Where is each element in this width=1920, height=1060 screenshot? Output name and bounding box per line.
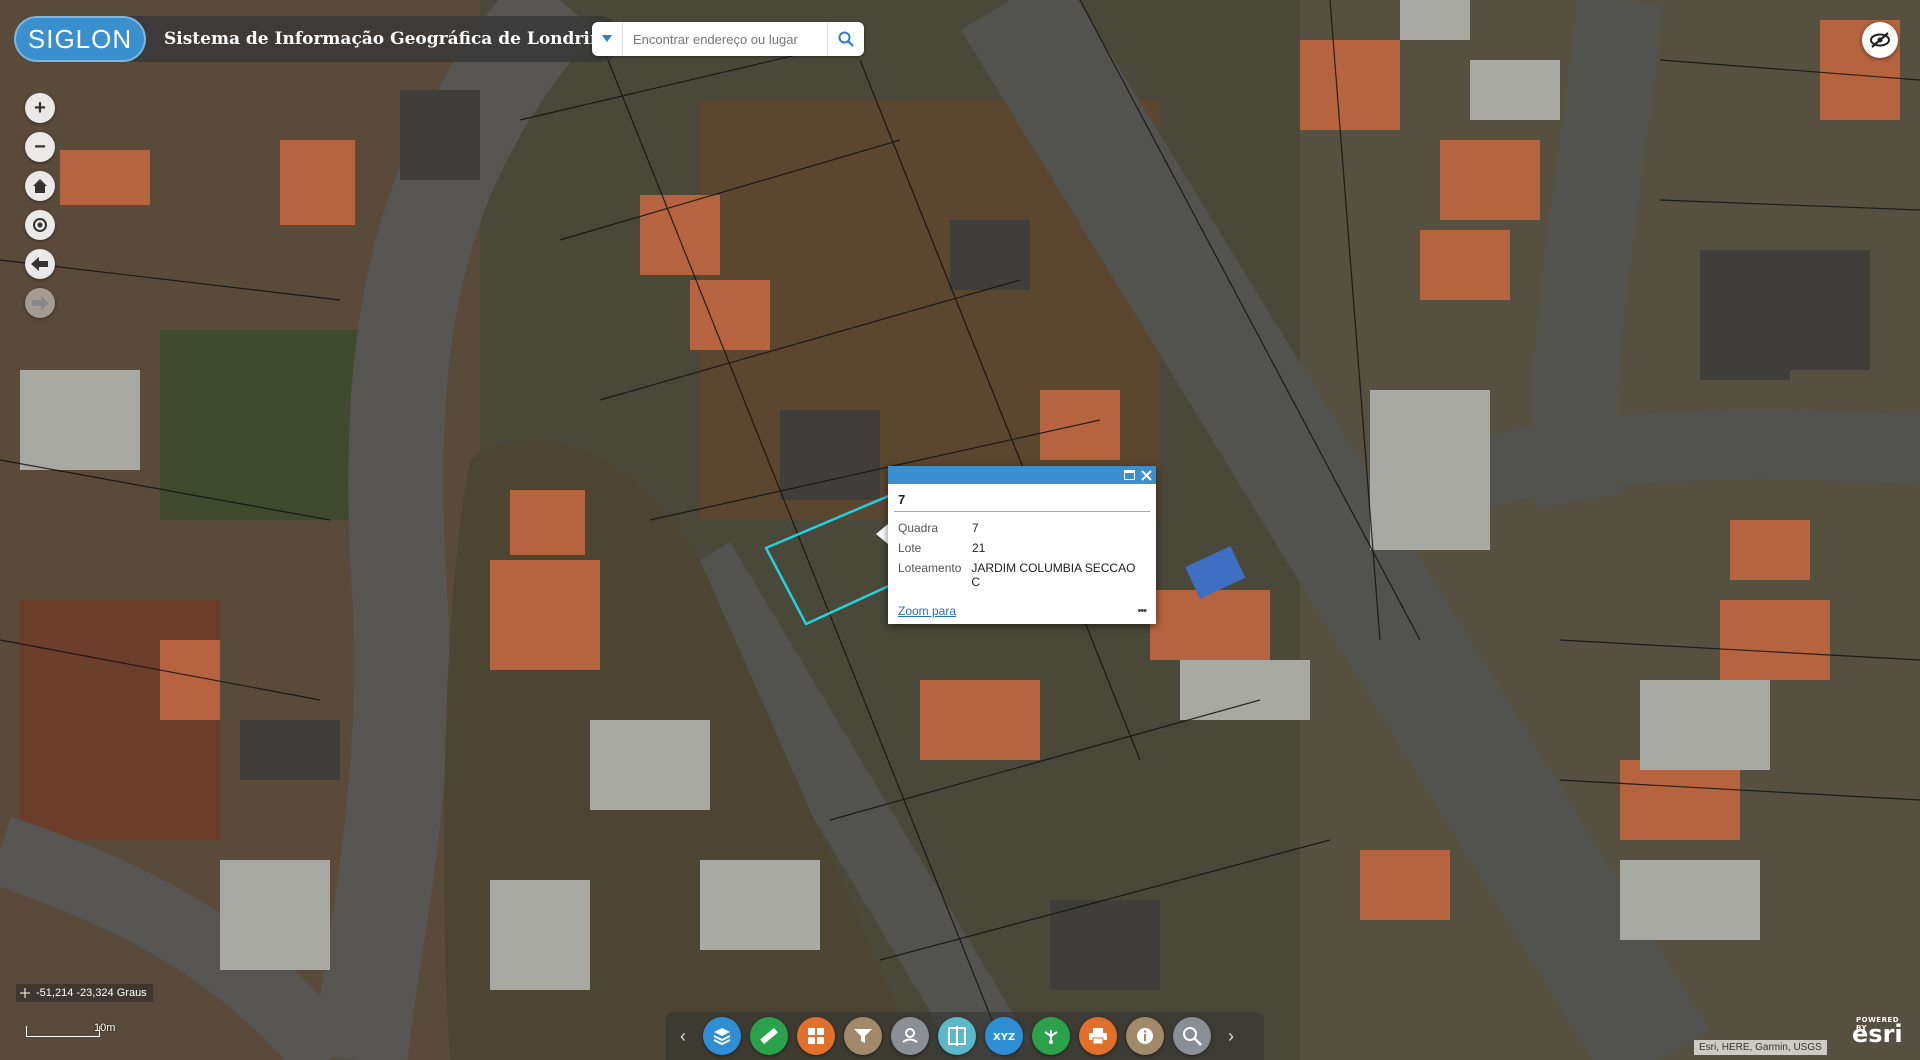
back-icon — [31, 257, 48, 271]
bottom-toolbar: ‹ XYZ › — [666, 1012, 1264, 1060]
layers-icon — [713, 1028, 731, 1046]
caret-down-icon — [602, 35, 612, 42]
feature-popup: 7 Quadra 7 Lote 21 Loteamento JARDIM COL… — [888, 466, 1156, 624]
directions-icon — [902, 1028, 918, 1043]
toolbar-scroll-left[interactable]: ‹ — [672, 1018, 694, 1054]
field-value: 21 — [972, 541, 986, 555]
toolbar-scroll-right[interactable]: › — [1220, 1018, 1242, 1054]
xyz-coordinate-button[interactable]: XYZ — [985, 1017, 1023, 1055]
identify-button[interactable] — [1126, 1017, 1164, 1055]
previous-extent-button[interactable] — [25, 249, 55, 279]
search-icon — [838, 31, 854, 47]
esri-logo: POWERED BY esri — [1852, 1016, 1903, 1048]
xyz-coordinate-icon: XYZ — [993, 1032, 1015, 1043]
field-value: JARDIM COLUMBIA SECCAO C — [971, 561, 1136, 589]
scale-bar — [26, 1026, 100, 1037]
more-actions-button[interactable]: ••• — [1137, 605, 1147, 617]
print-button[interactable] — [1079, 1017, 1117, 1055]
field-label: Lote — [898, 541, 922, 555]
chevron-right-icon: › — [1228, 1025, 1234, 1046]
field-label: Loteamento — [898, 561, 962, 575]
field-value: 7 — [972, 521, 979, 535]
forward-icon — [32, 296, 49, 310]
filter-button[interactable] — [844, 1017, 882, 1055]
search-button[interactable] — [827, 22, 864, 56]
home-button[interactable] — [25, 171, 55, 201]
layers-button[interactable] — [703, 1017, 741, 1055]
popup-field-row: Loteamento JARDIM COLUMBIA SECCAO C — [888, 558, 1156, 592]
basemap-grid-icon — [808, 1028, 824, 1044]
eye-slash-icon — [1870, 32, 1890, 48]
query-search-icon — [1183, 1027, 1202, 1046]
powered-by-label: POWERED BY — [1856, 1016, 1900, 1032]
popup-title: 7 — [894, 484, 1150, 512]
popup-footer: Zoom para ••• — [898, 604, 1147, 618]
popup-pointer — [876, 524, 888, 544]
toggle-ui-button[interactable] — [1862, 22, 1898, 58]
swipe-icon — [948, 1026, 966, 1046]
share-icon — [1044, 1030, 1058, 1044]
measure-button[interactable] — [750, 1017, 788, 1055]
popup-field-row: Quadra 7 — [888, 518, 1156, 538]
print-icon — [1089, 1028, 1107, 1045]
search-bar — [592, 22, 864, 56]
scale-label: 10m — [94, 1022, 116, 1034]
share-button[interactable] — [1032, 1017, 1070, 1055]
svg-text:XYZ: XYZ — [993, 1032, 1015, 1043]
zoom-out-button[interactable]: − — [25, 132, 55, 162]
popup-field-row: Lote 21 — [888, 538, 1156, 558]
siglon-logo[interactable]: SIGLON — [14, 16, 146, 62]
minus-icon: − — [34, 135, 46, 158]
search-input[interactable] — [623, 24, 827, 54]
next-extent-button[interactable] — [25, 288, 55, 318]
chevron-left-icon: ‹ — [680, 1025, 686, 1046]
coordinate-text: -51,214 -23,324 Graus — [36, 987, 147, 999]
basemap-gallery-button[interactable] — [797, 1017, 835, 1055]
query-button[interactable] — [1173, 1017, 1211, 1055]
info-icon — [1137, 1028, 1153, 1044]
app-title: Sistema de Informação Geográfica de Lond… — [164, 29, 614, 49]
home-icon — [33, 179, 47, 193]
locate-button[interactable] — [25, 210, 55, 240]
app-header: SIGLON Sistema de Informação Geográfica … — [14, 16, 622, 62]
ruler-icon — [760, 1027, 778, 1045]
search-source-dropdown[interactable] — [592, 22, 623, 56]
plus-icon: + — [34, 96, 46, 119]
field-label: Quadra — [898, 521, 939, 535]
coordinate-display[interactable]: -51,214 -23,324 Graus — [16, 984, 153, 1002]
crosshair-icon — [20, 988, 30, 998]
popup-titlebar — [888, 466, 1156, 484]
filter-icon — [854, 1029, 872, 1043]
locate-icon — [33, 218, 47, 232]
zoom-to-link[interactable]: Zoom para — [898, 604, 956, 618]
maximize-icon[interactable] — [1124, 470, 1135, 480]
zoom-in-button[interactable]: + — [25, 93, 55, 123]
directions-button[interactable] — [891, 1017, 929, 1055]
close-icon[interactable] — [1141, 469, 1152, 481]
map-attribution: Esri, HERE, Garmin, USGS — [1694, 1040, 1827, 1055]
swipe-button[interactable] — [938, 1017, 976, 1055]
